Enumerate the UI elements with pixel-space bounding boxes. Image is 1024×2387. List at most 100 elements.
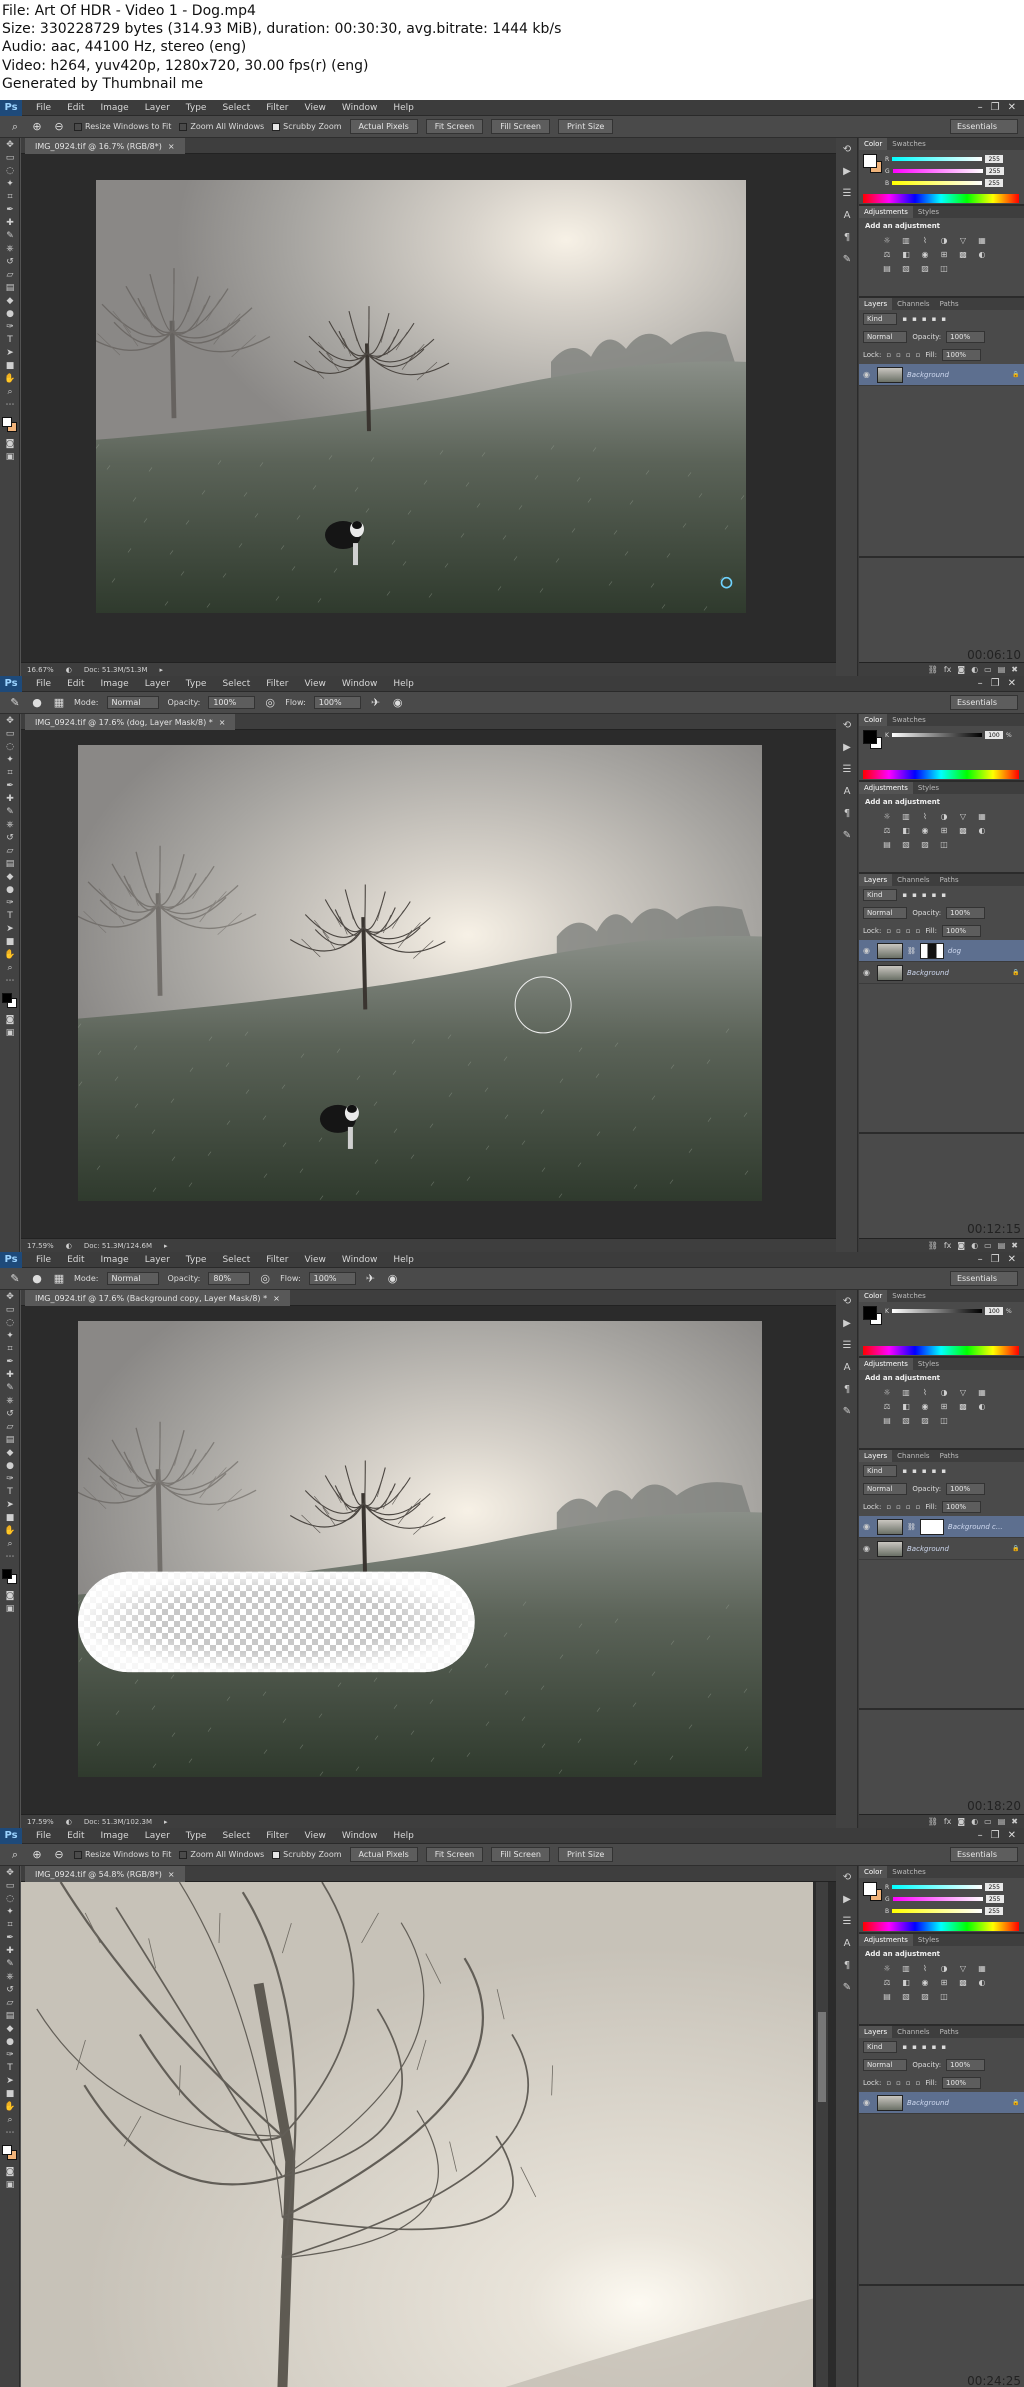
visibility-eye-icon[interactable]: ◉ [863,946,873,955]
channel-slider[interactable] [891,1309,982,1313]
move-tool-icon[interactable]: ✥ [0,138,20,151]
type-tool-icon[interactable]: T [0,1485,20,1498]
history-brush-icon[interactable]: ↺ [0,255,20,268]
clone-stamp-icon[interactable]: ⎈ [0,242,20,255]
menu-item-help[interactable]: Help [385,103,422,113]
close-icon[interactable]: × [219,718,226,727]
properties-panel-icon[interactable]: ☰ [836,1910,858,1932]
black-white-icon[interactable]: ◧ [898,1976,914,1988]
tab-channels[interactable]: Channels [892,298,934,310]
filter-smart-object-icon[interactable]: ▪ [941,891,946,899]
selective-color-icon[interactable]: ◫ [936,1414,952,1426]
tab-layers[interactable]: Layers [859,298,893,310]
menu-item-view[interactable]: View [297,1831,334,1841]
brightness-contrast-icon[interactable]: ☼ [879,234,895,246]
lock-pixels-icon[interactable]: ▫ [896,351,901,359]
menu-item-image[interactable]: Image [93,1255,137,1265]
gradient-map-icon[interactable]: ▨ [917,262,933,274]
screen-mode-icon[interactable]: ▣ [0,1026,20,1039]
status-menu-arrow-icon[interactable]: ▸ [160,666,164,674]
eyedropper-icon[interactable]: ✒ [0,1931,20,1944]
history-brush-icon[interactable]: ↺ [0,1983,20,1996]
filter-smart-object-icon[interactable]: ▪ [941,1467,946,1475]
status-menu-arrow-icon[interactable]: ▸ [164,1818,168,1826]
filter-shape-icon[interactable]: ▪ [932,1467,937,1475]
menu-item-window[interactable]: Window [334,1255,386,1265]
filter-shape-icon[interactable]: ▪ [932,2043,937,2051]
selective-color-icon[interactable]: ◫ [936,262,952,274]
mask-link-icon[interactable]: ⛓ [907,947,916,955]
airbrush-icon[interactable]: ✈ [369,696,383,710]
lasso-tool-icon[interactable]: ◌ [0,740,20,753]
menu-item-window[interactable]: Window [334,1831,386,1841]
document-tab[interactable]: IMG_0924.tif @ 17.6% (dog, Layer Mask/8)… [25,714,236,730]
tab-adjustments[interactable]: Adjustments [859,782,913,794]
channel-slider[interactable] [892,1897,983,1901]
scrubby-zoom-checkbox[interactable]: Scrubby Zoom [272,122,342,131]
channel-value-field[interactable]: 100 [984,1307,1003,1315]
brush-tool-icon[interactable]: ✎ [8,696,22,710]
menu-item-select[interactable]: Select [214,103,258,113]
layer-mask-thumbnail[interactable] [919,1518,944,1535]
color-spectrum-ramp[interactable] [863,1922,1019,1931]
brush-panel-toggle-icon[interactable]: ▦ [52,696,66,710]
rgb-slider-row[interactable]: B 255 [885,178,1021,188]
zoom-out-icon[interactable]: ⊖ [52,1848,66,1862]
menu-item-select[interactable]: Select [214,1831,258,1841]
layer-filter-select[interactable]: Kind [863,313,898,325]
layer-row[interactable]: ◉ Background 🔒 [859,364,1024,386]
dodge-tool-icon[interactable]: ● [0,2035,20,2048]
menu-item-layer[interactable]: Layer [137,1255,178,1265]
quick-mask-icon[interactable]: ◙ [0,1589,20,1602]
menu-item-image[interactable]: Image [93,103,137,113]
actions-panel-icon[interactable]: ▶ [836,160,858,182]
gradient-map-icon[interactable]: ▨ [917,1990,933,2002]
rgb-slider-row[interactable]: G 255 [885,166,1021,176]
shape-tool-icon[interactable]: ■ [0,359,20,372]
screen-mode-icon[interactable]: ▣ [0,2178,20,2191]
close-icon[interactable]: ✕ [1008,102,1016,113]
visibility-eye-icon[interactable]: ◉ [863,968,873,977]
crop-tool-icon[interactable]: ⌗ [0,766,20,779]
menu-item-filter[interactable]: Filter [258,679,296,689]
filter-adjustment-icon[interactable]: ▪ [912,2043,917,2051]
filter-type-icon[interactable]: ▪ [922,315,927,323]
menu-item-select[interactable]: Select [214,1255,258,1265]
zoom-tool-icon[interactable]: ⌕ [0,1537,20,1550]
photo-filter-icon[interactable]: ◉ [917,1400,933,1412]
channel-value-field[interactable]: 100 [984,731,1003,739]
tab-paths[interactable]: Paths [935,2026,964,2038]
restore-icon[interactable]: ❐ [991,102,1000,113]
foreground-color-swatch[interactable] [2,1569,12,1579]
menu-item-image[interactable]: Image [93,1831,137,1841]
color-swatches[interactable] [0,1567,20,1589]
history-panel-icon[interactable]: ⟲ [836,714,858,736]
brush-panel-icon[interactable]: ✎ [836,248,858,270]
blur-tool-icon[interactable]: ◆ [0,2022,20,2035]
actual-pixels-button[interactable]: Actual Pixels [349,1847,418,1862]
layer-fill-field[interactable]: 100% [942,1501,982,1513]
channel-value-field[interactable]: 255 [985,1895,1004,1903]
invert-icon[interactable]: ◐ [974,248,990,260]
tab-swatches[interactable]: Swatches [887,1290,930,1302]
lock-transparency-icon[interactable]: ▫ [886,351,891,359]
add-mask-icon[interactable]: ◙ [957,1817,965,1826]
channel-mixer-icon[interactable]: ⊞ [936,1976,952,1988]
color-swatches[interactable] [0,415,20,437]
menu-item-view[interactable]: View [297,1255,334,1265]
scrubby-zoom-checkbox[interactable]: Scrubby Zoom [272,1850,342,1859]
brightness-contrast-icon[interactable]: ☼ [879,1962,895,1974]
channel-slider[interactable] [892,1885,983,1889]
document-tab[interactable]: IMG_0924.tif @ 17.6% (Background copy, L… [25,1290,290,1306]
threshold-icon[interactable]: ▧ [898,838,914,850]
filter-shape-icon[interactable]: ▪ [932,891,937,899]
blur-tool-icon[interactable]: ◆ [0,870,20,883]
brush-tool-icon[interactable]: ✎ [0,805,20,818]
shape-tool-icon[interactable]: ■ [0,935,20,948]
brush-tool-icon[interactable]: ✎ [8,1272,22,1286]
foreground-color-swatch[interactable] [2,2145,12,2155]
zoom-tool-icon[interactable]: ⌕ [0,2113,20,2126]
document-tab[interactable]: IMG_0924.tif @ 54.8% (RGB/8*) × [25,1866,185,1882]
exposure-icon[interactable]: ◑ [936,234,952,246]
filter-type-icon[interactable]: ▪ [922,891,927,899]
